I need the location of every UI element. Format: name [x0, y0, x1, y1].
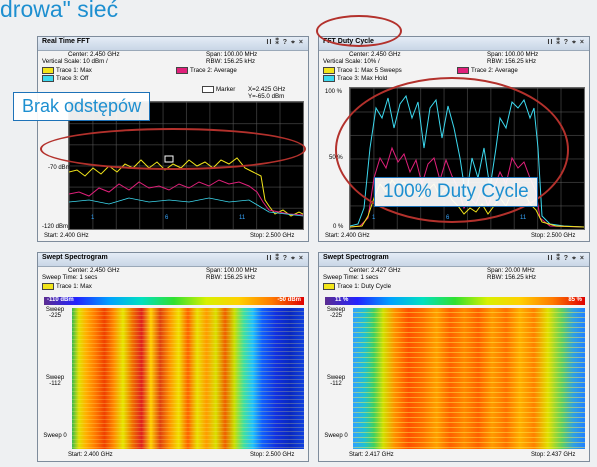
- duty-window-controls[interactable]: II ⁑ ? ⌖ ×: [548, 38, 585, 47]
- spec1-image[interactable]: [72, 308, 304, 449]
- duty-center: Center: 2.450 GHz: [349, 51, 401, 58]
- fft-window-controls[interactable]: II ⁑ ? ⌖ ×: [267, 38, 304, 47]
- fft-channel-1: 1: [91, 215, 95, 221]
- duty-channel-11: 11: [520, 215, 527, 221]
- fft-marker-y: Y=-65.0 dBm: [248, 93, 285, 100]
- duty-callout: 100% Duty Cycle: [374, 177, 538, 207]
- spec2-trace1[interactable]: Trace 1: Duty Cycle: [323, 283, 391, 290]
- spec2-stop: Stop: 2.437 GHz: [531, 452, 576, 458]
- spectrogram-wide-panel: Swept Spectrogram II ⁑ ? ⌖ × Center: 2.4…: [37, 252, 309, 462]
- gap-callout: Brak odstępów: [13, 92, 151, 121]
- spec1-scale-low: -110 dBm: [47, 297, 74, 303]
- duty-vscale: Vertical Scale: 10% /: [323, 58, 380, 65]
- spec1-sweep-top: Sweep -225: [45, 307, 65, 319]
- spec2-start: Start: 2.417 GHz: [349, 452, 394, 458]
- spec1-center: Center: 2.450 GHz: [68, 267, 120, 274]
- fft-rbw: RBW: 156.25 kHz: [206, 58, 256, 65]
- fft-y-bottom: -120 dBm: [42, 224, 69, 230]
- spec2-sweep-bottom: Sweep 0: [324, 433, 348, 439]
- fft-trace3[interactable]: Trace 3: Off: [42, 75, 88, 82]
- spec2-scale-low: 11 %: [335, 297, 349, 303]
- fft-trace1[interactable]: Trace 1: Max: [42, 67, 92, 74]
- spec2-span: Span: 20.00 MHz: [487, 267, 535, 274]
- spec2-titlebar: Swept Spectrogram II ⁑ ? ⌖ ×: [319, 253, 589, 267]
- fft-highlight-ring: [40, 128, 306, 170]
- spec2-scale-high: 85 %: [568, 297, 582, 303]
- fft-marker[interactable]: Marker: [202, 86, 235, 93]
- fft-center: Center: 2.450 GHz: [68, 51, 120, 58]
- spec1-sweep-bottom: Sweep 0: [43, 433, 67, 439]
- duty-rbw: RBW: 156.25 kHz: [487, 58, 537, 65]
- spec1-trace1[interactable]: Trace 1: Max: [42, 283, 92, 290]
- spec2-sweep-top: Sweep -225: [326, 307, 346, 319]
- spec1-span: Span: 100.00 MHz: [206, 267, 258, 274]
- spec1-sweep-mid: Sweep -112: [45, 375, 65, 387]
- spec2-window-controls[interactable]: II ⁑ ? ⌖ ×: [548, 254, 585, 263]
- fft-stop: Stop: 2.500 GHz: [250, 233, 295, 239]
- duty-y-top: 100 %: [325, 89, 343, 95]
- fft-titlebar: Real Time FFT II ⁑ ? ⌖ ×: [38, 37, 308, 51]
- spec1-window-controls[interactable]: II ⁑ ? ⌖ ×: [267, 254, 304, 263]
- fft-channel-11: 11: [239, 215, 246, 221]
- spec2-sweep-mid: Sweep -112: [326, 375, 346, 387]
- spec2-title: Swept Spectrogram: [323, 254, 389, 261]
- fft-channel-6: 6: [165, 215, 169, 221]
- fft-avg-trace: [69, 179, 303, 216]
- spec1-rbw: RBW: 156.25 kHz: [206, 274, 256, 281]
- duty-span: Span: 100.00 MHz: [487, 51, 539, 58]
- fft-trace2[interactable]: Trace 2: Average: [176, 67, 237, 74]
- spec2-colorbar: 11 % 85 %: [325, 297, 585, 305]
- page-heading: drowa" sieć: [0, 0, 119, 22]
- spec1-colorbar: -110 dBm -50 dBm: [44, 297, 304, 305]
- title-highlight-ring: [316, 15, 402, 47]
- spec1-titlebar: Swept Spectrogram II ⁑ ? ⌖ ×: [38, 253, 308, 267]
- duty-channel-1: 1: [372, 215, 376, 221]
- fft-y-top: -70 dBm: [48, 165, 71, 171]
- duty-trace2[interactable]: Trace 2: Average: [457, 67, 518, 74]
- fft-cyan-trace: [69, 197, 303, 217]
- spec1-scale-high: -50 dBm: [277, 297, 301, 303]
- duty-trace3[interactable]: Trace 3: Max Hold: [323, 75, 387, 82]
- fft-start: Start: 2.400 GHz: [44, 233, 89, 239]
- fft-vscale: Vertical Scale: 10 dBm /: [42, 58, 108, 65]
- fft-marker-x: X=2.425 GHz: [248, 86, 286, 93]
- duty-trace1[interactable]: Trace 1: Max 5 Sweeps: [323, 67, 402, 74]
- duty-start: Start: 2.400 GHz: [325, 233, 370, 239]
- fft-title: Real Time FFT: [42, 38, 90, 45]
- spec1-title: Swept Spectrogram: [42, 254, 108, 261]
- spec1-start: Start: 2.400 GHz: [68, 452, 113, 458]
- spec2-image[interactable]: [353, 308, 585, 449]
- spec2-sweep: Sweep Time: 1 secs: [323, 274, 379, 281]
- spec1-sweep: Sweep Time: 1 secs: [42, 274, 98, 281]
- fft-span: Span: 100.00 MHz: [206, 51, 258, 58]
- spec2-center: Center: 2.427 GHz: [349, 267, 401, 274]
- spec1-stop: Stop: 2.500 GHz: [250, 452, 295, 458]
- spec2-rbw: RBW: 156.25 kHz: [487, 274, 537, 281]
- duty-y-bottom: 0 %: [333, 224, 344, 230]
- duty-stop: Stop: 2.500 GHz: [531, 233, 576, 239]
- spectrogram-duty-panel: Swept Spectrogram II ⁑ ? ⌖ × Center: 2.4…: [318, 252, 590, 462]
